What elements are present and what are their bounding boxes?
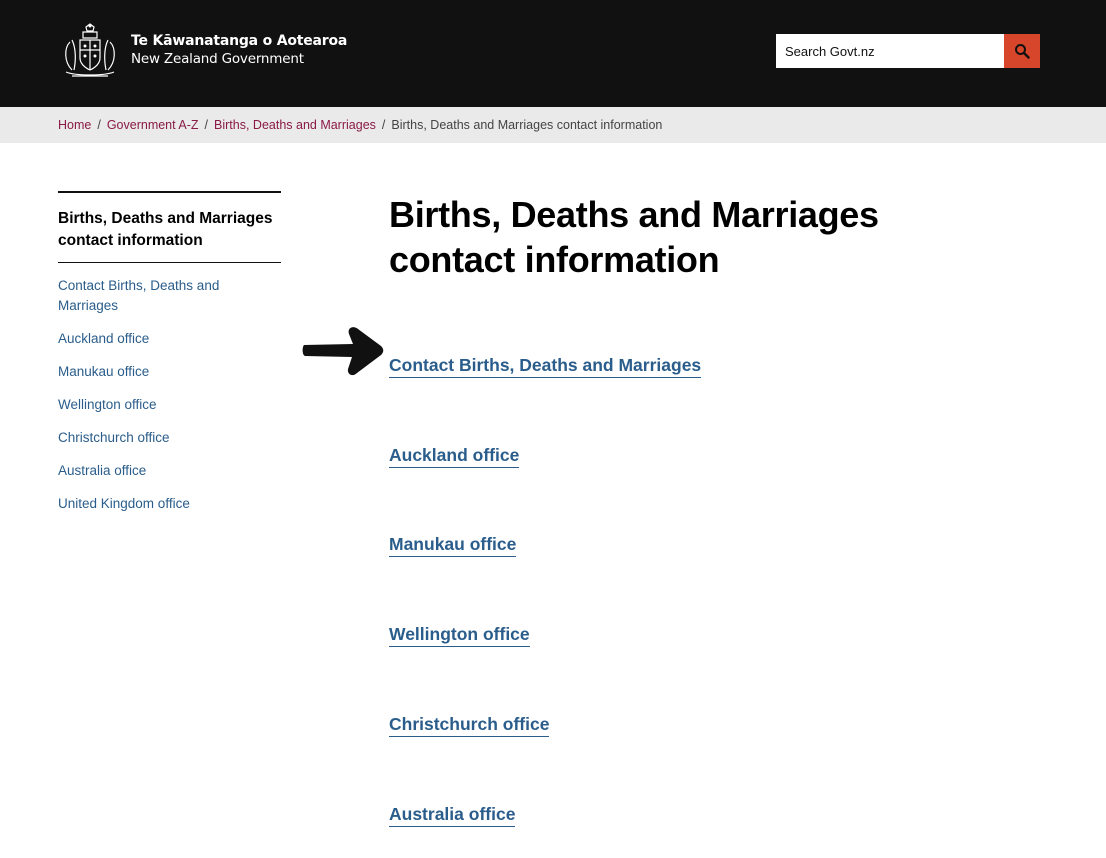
- sidebar-item-wellington[interactable]: Wellington office: [58, 397, 157, 412]
- logo-english-text: New Zealand Government: [131, 51, 304, 67]
- main-link-christchurch[interactable]: Christchurch office: [389, 713, 550, 737]
- breadcrumb-separator: /: [204, 118, 209, 132]
- coat-of-arms-icon: [65, 23, 115, 77]
- main-link-contact[interactable]: Contact Births, Deaths and Marriages: [389, 354, 702, 378]
- sidebar-item-united-kingdom[interactable]: United Kingdom office: [58, 496, 190, 511]
- sidebar-item-contact[interactable]: Contact Births, Deaths and Marriages: [58, 278, 219, 313]
- breadcrumb-bdm[interactable]: Births, Deaths and Marriages: [214, 118, 376, 132]
- sidebar-title: Births, Deaths and Marriages contact inf…: [58, 191, 281, 263]
- search-button[interactable]: [1004, 34, 1040, 68]
- breadcrumb-current: Births, Deaths and Marriages contact inf…: [391, 118, 663, 132]
- sidebar-list: Contact Births, Deaths and Marriages Auc…: [58, 276, 281, 514]
- page-title: Births, Deaths and Marriages contact inf…: [389, 194, 879, 280]
- sidebar-item-manukau[interactable]: Manukau office: [58, 364, 149, 379]
- breadcrumb-separator: /: [381, 118, 386, 132]
- breadcrumb-separator: /: [97, 118, 101, 132]
- main-link-manukau[interactable]: Manukau office: [389, 533, 517, 557]
- breadcrumb: Home / Government A-Z / Births, Deaths a…: [0, 107, 1106, 143]
- sidebar-item-australia[interactable]: Australia office: [58, 463, 146, 478]
- main-link-australia[interactable]: Australia office: [389, 803, 516, 827]
- sidebar-nav: Births, Deaths and Marriages contact inf…: [58, 191, 281, 527]
- main-link-auckland[interactable]: Auckland office: [389, 444, 520, 468]
- site-header: Te Kāwanatanga o Aotearoa New Zealand Go…: [0, 0, 1106, 107]
- breadcrumb-government-a-z[interactable]: Government A-Z: [107, 118, 199, 132]
- breadcrumb-home[interactable]: Home: [58, 118, 91, 132]
- sidebar-item-christchurch[interactable]: Christchurch office: [58, 430, 170, 445]
- sidebar-item-auckland[interactable]: Auckland office: [58, 331, 149, 346]
- search-form: [776, 34, 1040, 68]
- search-icon: [1015, 44, 1030, 59]
- search-input[interactable]: [776, 34, 1004, 68]
- pointing-arrow-icon: [302, 327, 384, 376]
- govt-logo[interactable]: Te Kāwanatanga o Aotearoa New Zealand Go…: [58, 20, 347, 80]
- logo-maori-text: Te Kāwanatanga o Aotearoa: [131, 33, 348, 49]
- main-link-wellington[interactable]: Wellington office: [389, 623, 530, 647]
